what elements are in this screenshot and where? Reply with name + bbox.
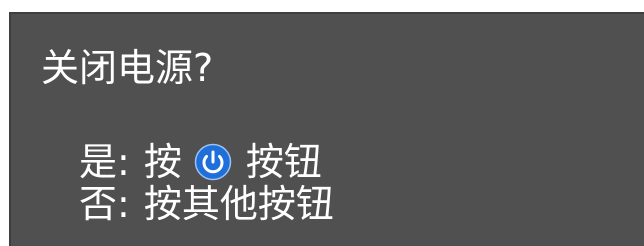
no-option-row: 否: 按其他按钮: [79, 182, 334, 226]
no-option-text: 按其他按钮: [143, 182, 334, 226]
power-off-dialog: 关闭电源? 是: 按 按钮 否: 按其他按钮: [9, 12, 644, 246]
yes-option-button-text: 按钮: [245, 140, 322, 184]
dialog-title: 关闭电源?: [41, 46, 214, 90]
yes-option-press-text: 按: [143, 140, 182, 184]
no-option-label: 否:: [79, 182, 130, 226]
power-icon: [194, 143, 232, 181]
yes-option-label: 是:: [79, 140, 130, 184]
yes-option-row: 是: 按 按钮: [79, 140, 322, 184]
